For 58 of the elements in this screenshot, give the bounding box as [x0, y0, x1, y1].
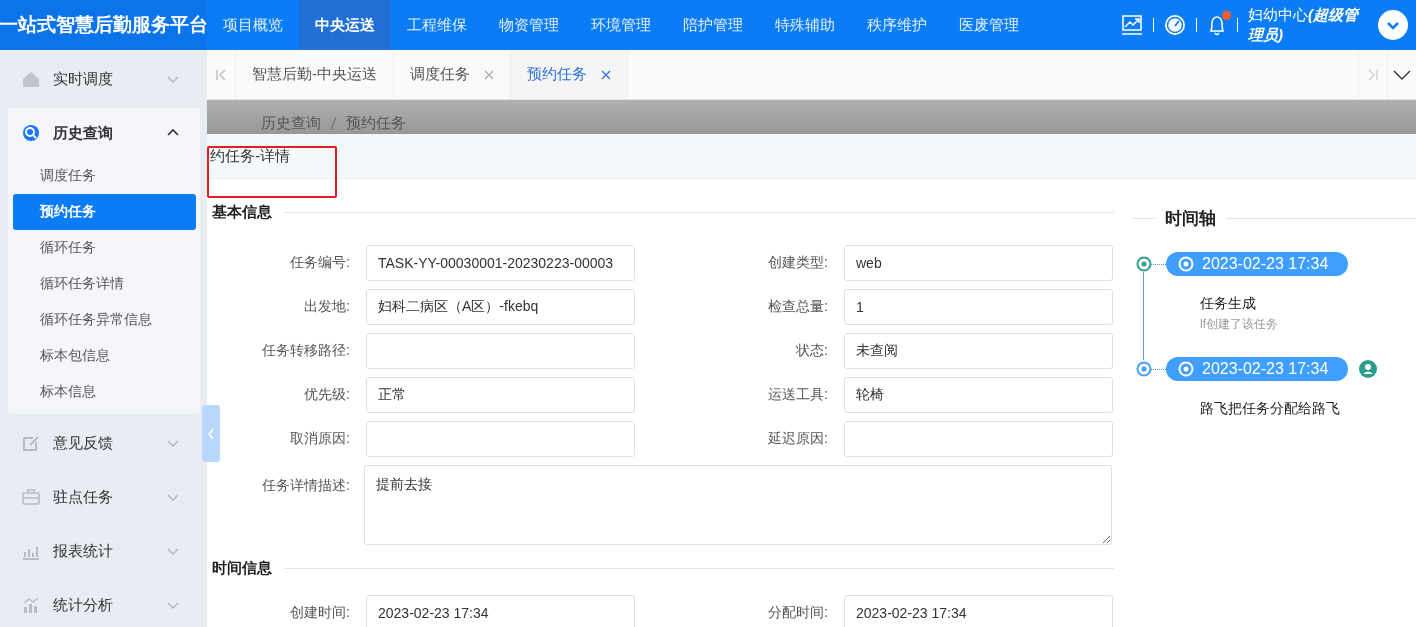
app-logo: 一站式智慧后勤服务平台: [0, 0, 207, 50]
field-label: 取消原因:: [289, 430, 350, 448]
nav-tab[interactable]: 特殊辅助: [759, 0, 851, 50]
timeline-title: 时间轴: [1132, 207, 1416, 230]
nav-tab[interactable]: 项目概览: [207, 0, 299, 50]
input-field[interactable]: TASK-YY-00030001-20230223-00003: [366, 245, 635, 281]
sidebar-item[interactable]: 历史查询: [8, 108, 200, 158]
section-title: 时间信息: [212, 555, 1118, 581]
input-field[interactable]: 正常: [366, 377, 635, 413]
field-label: 分配时间:: [767, 604, 828, 622]
sidebar-subitem[interactable]: 预约任务: [13, 194, 196, 230]
input-field[interactable]: 2023-02-23 17:34: [844, 595, 1113, 627]
sidebar-item[interactable]: 意见反馈: [8, 418, 200, 468]
nav-tab[interactable]: 医废管理: [943, 0, 1035, 50]
field-label: 出发地:: [303, 298, 350, 316]
input-field[interactable]: 妇科二病区（A区）-fkebq: [366, 289, 635, 325]
event-subtitle: lf创建了该任务: [1200, 316, 1279, 333]
section-title: 基本信息: [212, 199, 1118, 225]
field-label: 优先级:: [303, 386, 350, 404]
field-label: 任务编号:: [289, 254, 350, 272]
field-label: 任务详情描述:: [261, 476, 350, 495]
sidebar-item[interactable]: 实时调度: [8, 54, 200, 104]
time-pill: 2023-02-23 17:34: [1166, 252, 1349, 276]
input-field[interactable]: 2023-02-23 17:34: [366, 595, 635, 627]
field-label: 创建时间:: [289, 604, 350, 622]
nav-tab[interactable]: 秩序维护: [851, 0, 943, 50]
time-pill: 2023-02-23 17:34: [1166, 357, 1349, 381]
sidebar-item[interactable]: 统计分析: [8, 580, 200, 627]
field-label: 运送工具:: [767, 386, 828, 404]
nav-tab[interactable]: 中央运送: [299, 0, 391, 50]
text-area[interactable]: 提前去接: [364, 465, 1112, 545]
field-label: 创建类型:: [767, 254, 828, 272]
sidebar-item[interactable]: 报表统计: [8, 526, 200, 576]
sidebar-subitem[interactable]: 循环任务: [13, 230, 196, 266]
nav-tab[interactable]: 环境管理: [575, 0, 667, 50]
nav-tab[interactable]: 陪护管理: [667, 0, 759, 50]
user-name[interactable]: 妇幼中心(超级管理员): [1248, 5, 1368, 45]
field-label: 延迟原因:: [767, 430, 828, 448]
input-field[interactable]: web: [844, 245, 1113, 281]
sidebar-subitem[interactable]: 循环任务异常信息: [13, 302, 196, 338]
event-title: 任务生成: [1200, 295, 1257, 313]
event-title: 路飞把任务分配给路飞: [1200, 400, 1341, 418]
input-field[interactable]: 1: [844, 289, 1113, 325]
sidebar-subitem[interactable]: 标本包信息: [13, 338, 196, 374]
panel-title: 约任务-详情: [210, 146, 290, 166]
sidebar-subitem[interactable]: 标本信息: [13, 374, 196, 410]
nav-tab[interactable]: 物资管理: [483, 0, 575, 50]
field-label: 任务转移路径:: [261, 342, 350, 360]
nav-tab[interactable]: 工程维保: [391, 0, 483, 50]
sidebar-subitem[interactable]: 循环任务详情: [13, 266, 196, 302]
sidebar-item[interactable]: 驻点任务: [8, 472, 200, 522]
page-tab[interactable]: 智慧后勤-中央运送: [236, 50, 394, 99]
page-tab[interactable]: 预约任务: [511, 50, 628, 99]
field-label: 检查总量:: [767, 298, 828, 316]
input-field[interactable]: 轮椅: [844, 377, 1113, 413]
input-field[interactable]: 未查阅: [844, 333, 1113, 369]
field-label: 状态:: [795, 342, 828, 360]
sidebar-subitem[interactable]: 调度任务: [13, 158, 196, 194]
